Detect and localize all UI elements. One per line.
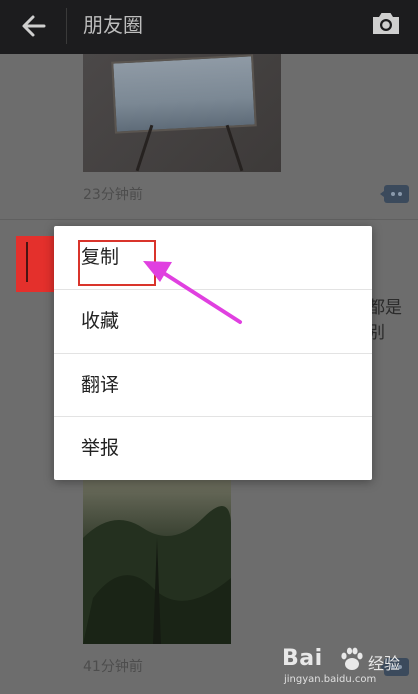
post-text-line: 都是 xyxy=(368,298,402,318)
toolbar-divider xyxy=(66,8,67,44)
painting-image xyxy=(111,54,257,134)
menu-item-label: 举报 xyxy=(81,437,120,459)
menu-item-translate[interactable]: 翻译 xyxy=(54,354,372,416)
avatar[interactable] xyxy=(16,236,56,292)
highlight-box xyxy=(78,240,156,286)
watermark-brand-cn: 经验 xyxy=(368,654,401,673)
post-timestamp: 23分钟前 xyxy=(83,187,143,203)
menu-item-favorite[interactable]: 收藏 xyxy=(54,290,372,352)
menu-item-label: 收藏 xyxy=(81,310,120,332)
watermark-brand: Bai xyxy=(282,646,323,671)
menu-item-label: 翻译 xyxy=(81,374,120,396)
watermark-url: jingyan.baidu.com xyxy=(284,674,377,685)
post-text: 都是 别 xyxy=(368,296,402,346)
post-photo[interactable] xyxy=(83,478,231,644)
back-button[interactable] xyxy=(18,10,50,42)
paw-logo-icon xyxy=(341,647,363,670)
forest-image xyxy=(83,506,231,644)
camera-icon xyxy=(373,13,399,34)
comment-bubble-icon xyxy=(380,185,409,203)
easel-leg xyxy=(225,124,244,172)
post-timestamp: 41分钟前 xyxy=(83,659,143,675)
watermark: Bai 经验 jingyan.baidu.com xyxy=(278,646,408,692)
arrow-left-icon xyxy=(22,15,46,37)
post-text-line: 别 xyxy=(368,323,385,343)
comment-button[interactable] xyxy=(380,184,410,204)
camera-button[interactable] xyxy=(370,8,402,38)
post-photo[interactable] xyxy=(83,54,281,172)
top-bar: 朋友圈 xyxy=(0,0,418,54)
page-title: 朋友圈 xyxy=(83,13,143,37)
menu-item-copy[interactable]: 复制 xyxy=(54,226,372,288)
menu-item-report[interactable]: 举报 xyxy=(54,417,372,479)
post-divider xyxy=(0,219,418,220)
context-menu: 复制 收藏 翻译 举报 xyxy=(54,226,372,480)
